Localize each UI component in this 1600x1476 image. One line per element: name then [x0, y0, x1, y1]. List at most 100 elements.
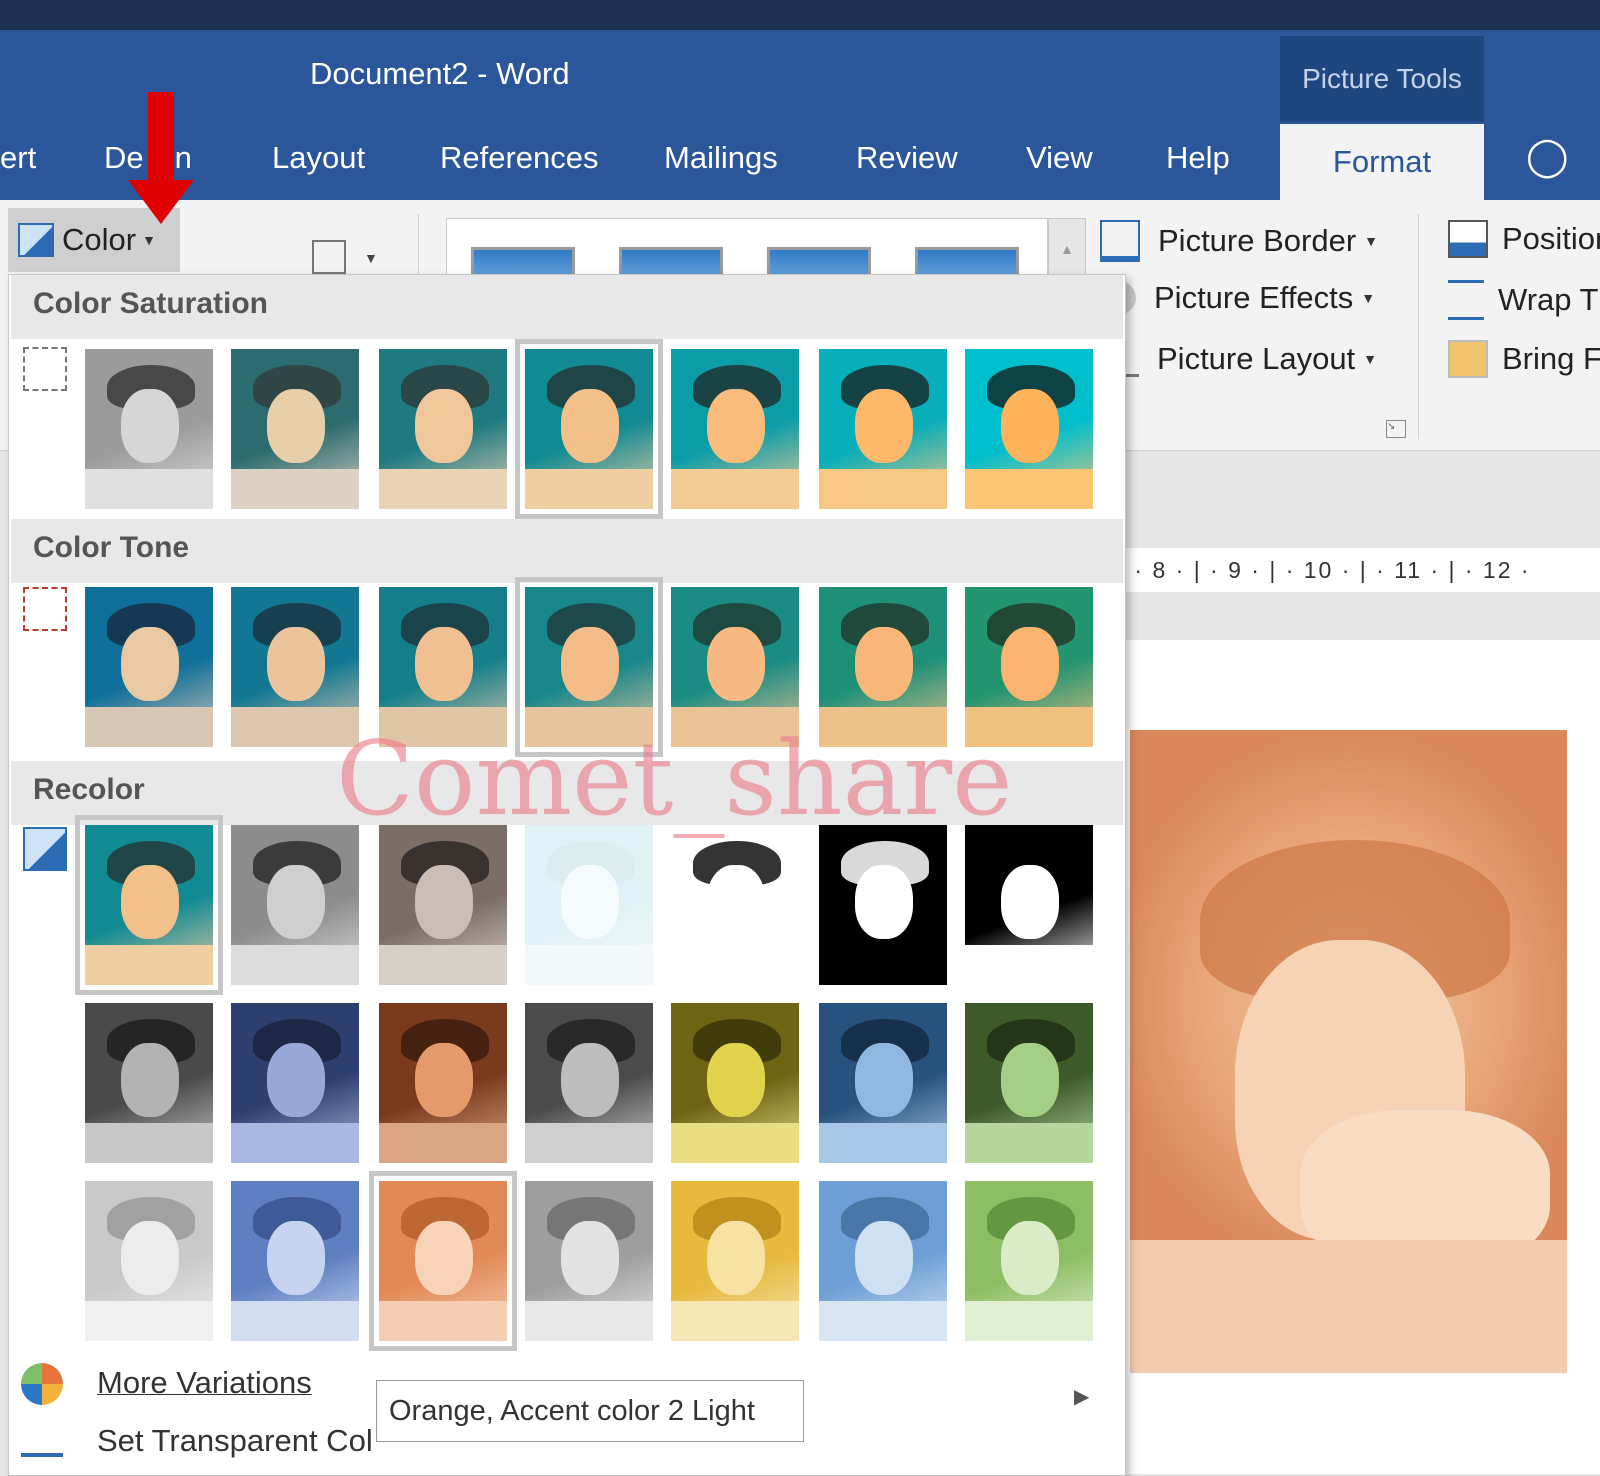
color-option-thumbnail[interactable]	[671, 1003, 799, 1163]
window-title: Document2 - Word	[310, 56, 570, 92]
color-option-thumbnail[interactable]	[965, 1003, 1093, 1163]
picture-effects-button[interactable]: Picture Effects ▼	[1100, 280, 1375, 316]
color-option-thumbnail[interactable]	[671, 825, 799, 985]
thumbnail-face	[121, 1221, 179, 1295]
color-option-thumbnail[interactable]	[85, 1003, 213, 1163]
position-button[interactable]: Position	[1448, 220, 1600, 258]
gallery-scroll-up-icon[interactable]: ▲	[1048, 218, 1086, 280]
thumbnail-body	[525, 1123, 653, 1163]
color-dropdown-menu: Color Saturation Color Tone Recolor More…	[8, 274, 1126, 1476]
change-picture-icon[interactable]	[312, 240, 346, 274]
tab-view[interactable]: View	[1026, 140, 1093, 176]
color-option-thumbnail[interactable]	[85, 587, 213, 747]
thumbnail-body	[965, 945, 1093, 985]
color-option-thumbnail[interactable]	[965, 1181, 1093, 1341]
color-option-thumbnail[interactable]	[231, 1181, 359, 1341]
tab-layout[interactable]: Layout	[272, 140, 365, 176]
selected-thumbnail-frame	[75, 815, 223, 995]
thumbnail-body	[231, 1123, 359, 1163]
thumbnail-body	[671, 469, 799, 509]
chevron-down-icon: ▼	[1361, 290, 1375, 306]
thumbnail-body	[671, 1301, 799, 1341]
wrap-text-icon	[1448, 280, 1484, 320]
thumbnail-body	[231, 469, 359, 509]
color-option-thumbnail[interactable]	[819, 1003, 947, 1163]
color-option-thumbnail[interactable]	[819, 1181, 947, 1341]
tab-help[interactable]: Help	[1166, 140, 1230, 176]
color-option-thumbnail[interactable]	[525, 1003, 653, 1163]
thumbnail-face	[121, 627, 179, 701]
position-label: Position	[1502, 221, 1600, 257]
thumbnail-body	[85, 1123, 213, 1163]
thumbnail-face	[267, 1221, 325, 1295]
thumbnail-face	[1001, 1043, 1059, 1117]
color-option-thumbnail[interactable]	[85, 1181, 213, 1341]
color-option-thumbnail[interactable]	[819, 349, 947, 509]
tab-references[interactable]: References	[440, 140, 599, 176]
color-option-thumbnail[interactable]	[819, 825, 947, 985]
selected-thumbnail-frame	[369, 1171, 517, 1351]
thumbnail-face	[415, 627, 473, 701]
thumbnail-body	[819, 1123, 947, 1163]
color-option-thumbnail[interactable]	[671, 349, 799, 509]
color-option-thumbnail[interactable]	[965, 825, 1093, 985]
picture-layout-button[interactable]: Picture Layout ▼	[1100, 340, 1377, 377]
tab-insert[interactable]: ert	[0, 140, 36, 176]
position-icon	[1448, 220, 1488, 258]
submenu-arrow-icon: ▶	[1074, 1384, 1089, 1409]
picture-styles-gallery[interactable]	[446, 218, 1048, 280]
thumbnail-body	[819, 945, 947, 985]
thumbnail-face	[855, 389, 913, 463]
recolor-heading: Recolor	[33, 773, 145, 807]
section-header-color-saturation: Color Saturation	[11, 275, 1123, 339]
color-option-thumbnail[interactable]	[965, 349, 1093, 509]
color-option-thumbnail[interactable]	[379, 1003, 507, 1163]
recolor-icon	[23, 827, 67, 871]
thumbnail-face	[1001, 1221, 1059, 1295]
chevron-down-icon[interactable]: ▼	[364, 250, 378, 266]
thumbnail-body	[819, 1301, 947, 1341]
red-arrow-annotation	[128, 92, 194, 224]
color-option-thumbnail[interactable]	[85, 349, 213, 509]
more-variations-menu-item[interactable]: More Variations	[97, 1365, 312, 1401]
color-option-thumbnail[interactable]	[231, 349, 359, 509]
color-option-thumbnail[interactable]	[525, 825, 653, 985]
chevron-down-icon: ▼	[1364, 233, 1378, 249]
color-option-thumbnail[interactable]	[525, 1181, 653, 1341]
thumbnail-face	[121, 1043, 179, 1117]
tab-format[interactable]: Format	[1280, 124, 1484, 200]
ribbon-divider	[1418, 214, 1419, 439]
thumbnail-face	[855, 627, 913, 701]
picture-tools-context-tab: Picture Tools	[1280, 36, 1484, 122]
color-option-thumbnail[interactable]	[231, 1003, 359, 1163]
dialog-launcher-icon[interactable]: ↘	[1386, 420, 1406, 438]
thumbnail-face	[855, 1043, 913, 1117]
tab-mailings[interactable]: Mailings	[664, 140, 778, 176]
thumbnail-face	[267, 627, 325, 701]
color-option-thumbnail[interactable]	[379, 825, 507, 985]
chevron-down-icon: ▼	[142, 232, 156, 248]
document-picture-orange[interactable]	[1130, 730, 1567, 1373]
color-saturation-icon	[23, 347, 67, 391]
thumbnail-face	[267, 389, 325, 463]
set-transparent-color-menu-item[interactable]: Set Transparent Col	[97, 1423, 373, 1459]
watermark-text: Comet_share	[336, 720, 1013, 839]
thumbnail-face	[267, 865, 325, 939]
tooltip: Orange, Accent color 2 Light	[376, 1380, 804, 1442]
tab-review[interactable]: Review	[856, 140, 958, 176]
picture-border-button[interactable]: Picture Border ▼	[1100, 220, 1378, 262]
wrap-text-button[interactable]: Wrap T	[1448, 280, 1599, 320]
thumbnail-body	[85, 707, 213, 747]
picture-effects-label: Picture Effects	[1154, 280, 1353, 316]
thumbnail-face	[561, 1221, 619, 1295]
thumbnail-face	[707, 1043, 765, 1117]
thumbnail-face	[267, 1043, 325, 1117]
thumbnail-face	[707, 389, 765, 463]
color-option-thumbnail[interactable]	[231, 825, 359, 985]
color-option-thumbnail[interactable]	[671, 1181, 799, 1341]
bring-forward-button[interactable]: Bring F	[1448, 340, 1600, 378]
tell-me-lightbulb-icon[interactable]: ◯	[1526, 134, 1569, 179]
thumbnail-body	[965, 1301, 1093, 1341]
color-option-thumbnail[interactable]	[379, 349, 507, 509]
thumbnail-face	[561, 1043, 619, 1117]
